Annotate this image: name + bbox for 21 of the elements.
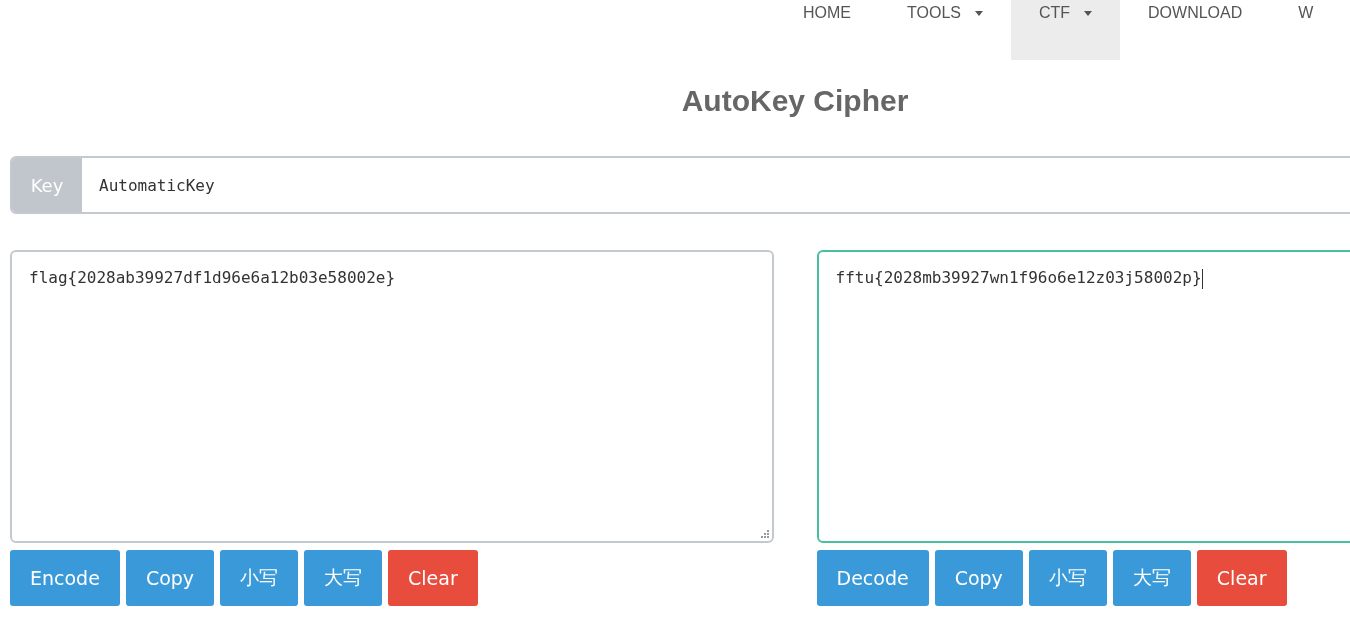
nav-link[interactable]: CTF [1010, 0, 1121, 60]
action-button[interactable]: Copy [125, 550, 215, 606]
action-button[interactable]: Decode [816, 550, 929, 606]
text-area[interactable]: fftu{2028mb39927wn1f96o6e12z03j58002p} [816, 250, 1350, 543]
text-area[interactable]: flag{2028ab39927df1d96e6a12b03e58002e} [10, 250, 774, 543]
nav-link[interactable]: TOOLS [879, 0, 1011, 60]
action-button[interactable]: Clear [388, 550, 478, 606]
action-button[interactable]: 小写 [220, 550, 299, 606]
nav-link[interactable]: HOME [775, 0, 879, 60]
action-button[interactable]: Encode [10, 550, 120, 606]
action-button[interactable]: 大写 [304, 550, 383, 606]
nav-link[interactable]: W [1270, 0, 1342, 60]
nav-link[interactable]: DOWNLOAD [1120, 0, 1271, 60]
page-title: AutoKey Cipher [680, 84, 910, 119]
key-label: Key [12, 158, 82, 212]
action-button[interactable]: 小写 [1028, 550, 1107, 606]
action-button[interactable]: 大写 [1112, 550, 1191, 606]
action-button[interactable]: Copy [934, 550, 1023, 606]
resize-grip-icon[interactable] [759, 529, 769, 538]
key-field[interactable]: Key AutomaticKey [10, 156, 1350, 214]
action-button[interactable]: Clear [1196, 550, 1287, 606]
